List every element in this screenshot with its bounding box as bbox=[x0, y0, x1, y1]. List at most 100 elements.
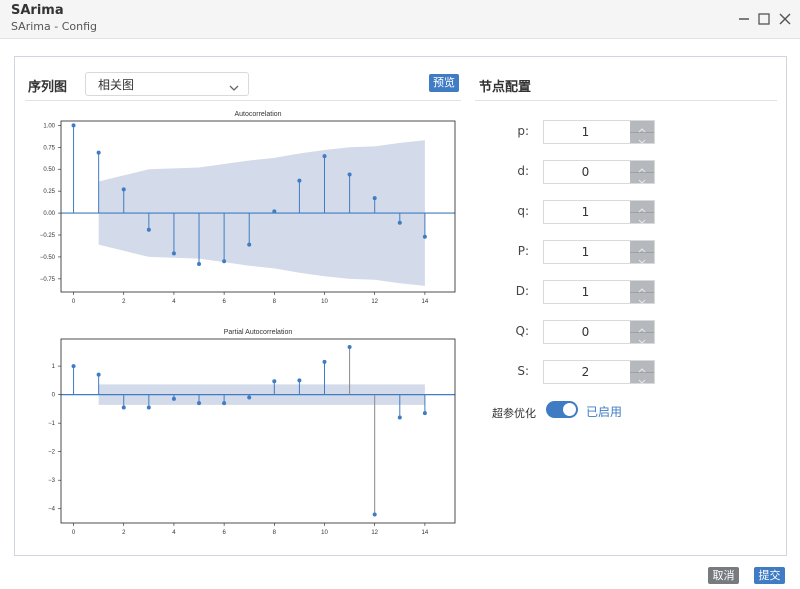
data-point bbox=[71, 123, 76, 128]
data-point bbox=[247, 242, 252, 247]
data-point bbox=[171, 251, 176, 256]
param-value[interactable]: 0 bbox=[544, 165, 627, 179]
spinner-arrows bbox=[630, 121, 654, 144]
preview-button[interactable]: 预览 bbox=[429, 74, 459, 92]
data-point bbox=[247, 395, 252, 400]
param-spinner[interactable]: 0 bbox=[543, 320, 655, 344]
data-point bbox=[171, 396, 176, 401]
data-point bbox=[272, 209, 277, 214]
data-point bbox=[347, 172, 352, 177]
x-tick-label: 4 bbox=[172, 530, 176, 536]
pacf-chart: Partial Autocorrelation10−1−2−3−40 2 4 6 8 10… bbox=[48, 329, 456, 536]
data-point bbox=[121, 405, 126, 410]
chevron-down-icon[interactable] bbox=[630, 132, 654, 144]
param-spinner[interactable]: 2 bbox=[543, 360, 655, 384]
data-point bbox=[146, 405, 151, 410]
y-tick-label: −0.50 bbox=[40, 255, 56, 261]
data-point bbox=[372, 196, 377, 201]
y-tick-label: 1 bbox=[52, 364, 56, 370]
hyperparam-toggle[interactable] bbox=[546, 401, 578, 418]
param-label: D: bbox=[515, 284, 529, 298]
chevron-down-icon[interactable] bbox=[630, 332, 654, 344]
y-tick-label: 0 bbox=[52, 393, 56, 399]
x-tick-label: 0 bbox=[72, 299, 76, 305]
spinner-arrows bbox=[630, 361, 654, 384]
x-tick-label: 14 bbox=[422, 299, 429, 305]
y-tick-label: 0.75 bbox=[43, 145, 55, 151]
x-tick-label: 4 bbox=[172, 299, 176, 305]
y-tick-label: 0.50 bbox=[43, 167, 55, 173]
x-tick-label: 8 bbox=[273, 299, 277, 305]
spinner-arrows bbox=[630, 321, 654, 344]
data-point bbox=[397, 415, 402, 420]
x-tick-label: 12 bbox=[371, 299, 378, 305]
x-tick-label: 6 bbox=[222, 530, 226, 536]
x-tick-label: 2 bbox=[122, 530, 126, 536]
data-point bbox=[372, 512, 377, 517]
data-point bbox=[121, 187, 126, 192]
y-tick-label: −2 bbox=[48, 450, 56, 456]
param-value[interactable]: 1 bbox=[544, 245, 627, 259]
chevron-down-icon[interactable] bbox=[630, 252, 654, 264]
cancel-button[interactable]: 取消 bbox=[708, 567, 739, 584]
title-bar: SArima SArima - Config bbox=[0, 0, 800, 39]
series-chart-label: 序列图 bbox=[28, 80, 68, 95]
close-icon[interactable] bbox=[778, 12, 792, 26]
data-point bbox=[297, 378, 302, 383]
minimize-icon[interactable] bbox=[737, 12, 751, 26]
hyperparam-label: 超参优化 bbox=[492, 407, 536, 420]
data-point bbox=[272, 379, 277, 384]
param-value[interactable]: 1 bbox=[544, 125, 627, 139]
y-tick-label: 1.00 bbox=[43, 123, 55, 129]
data-point bbox=[297, 178, 302, 183]
config-panel: 序列图 相关图 预览 节点配置 Autocorrelation 1.00 0.75 0… bbox=[14, 56, 787, 556]
chevron-down-icon bbox=[228, 78, 240, 97]
data-point bbox=[222, 259, 227, 264]
param-label: p: bbox=[517, 124, 529, 138]
param-value[interactable]: 0 bbox=[544, 325, 627, 339]
chevron-down-icon[interactable] bbox=[630, 212, 654, 224]
toggle-knob bbox=[563, 403, 576, 416]
param-spinner[interactable]: 0 bbox=[543, 160, 655, 184]
chevron-down-icon[interactable] bbox=[630, 172, 654, 184]
chevron-down-icon[interactable] bbox=[630, 292, 654, 304]
data-point bbox=[347, 344, 352, 349]
data-point bbox=[322, 154, 327, 159]
node-config-label: 节点配置 bbox=[479, 80, 532, 95]
spinner-arrows bbox=[630, 161, 654, 184]
param-label: q: bbox=[517, 204, 529, 218]
chart-type-select[interactable]: 相关图 bbox=[85, 72, 249, 96]
y-tick-label: −4 bbox=[48, 507, 56, 513]
data-point bbox=[197, 261, 202, 266]
data-point bbox=[197, 401, 202, 406]
param-spinner[interactable]: 1 bbox=[543, 240, 655, 264]
param-spinner[interactable]: 1 bbox=[543, 280, 655, 304]
param-spinner[interactable]: 1 bbox=[543, 200, 655, 224]
spinner-arrows bbox=[630, 201, 654, 224]
chart-title: Partial Autocorrelation bbox=[224, 329, 293, 336]
spinner-arrows bbox=[630, 281, 654, 304]
x-tick-label: 8 bbox=[273, 530, 277, 536]
param-label: d: bbox=[517, 164, 529, 178]
chart-title: Autocorrelation bbox=[234, 111, 281, 118]
data-point bbox=[222, 401, 227, 406]
param-label: P: bbox=[517, 244, 529, 258]
param-label: Q: bbox=[515, 324, 530, 338]
data-point bbox=[422, 234, 427, 239]
x-tick-label: 14 bbox=[422, 530, 429, 536]
param-spinner[interactable]: 1 bbox=[543, 120, 655, 144]
submit-button[interactable]: 提交 bbox=[754, 567, 785, 584]
x-tick-label: 2 bbox=[122, 299, 126, 305]
window-title: SArima bbox=[11, 3, 64, 18]
param-value[interactable]: 1 bbox=[544, 285, 627, 299]
param-value[interactable]: 2 bbox=[544, 365, 627, 379]
data-point bbox=[96, 150, 101, 155]
param-label: S: bbox=[517, 364, 529, 378]
data-point bbox=[146, 227, 151, 232]
maximize-icon[interactable] bbox=[757, 12, 771, 26]
chevron-down-icon[interactable] bbox=[630, 372, 654, 384]
y-tick-label: −1 bbox=[48, 421, 56, 427]
y-tick-label: −0.75 bbox=[40, 277, 56, 283]
param-value[interactable]: 1 bbox=[544, 205, 627, 219]
y-tick-label: 0.00 bbox=[43, 211, 55, 217]
